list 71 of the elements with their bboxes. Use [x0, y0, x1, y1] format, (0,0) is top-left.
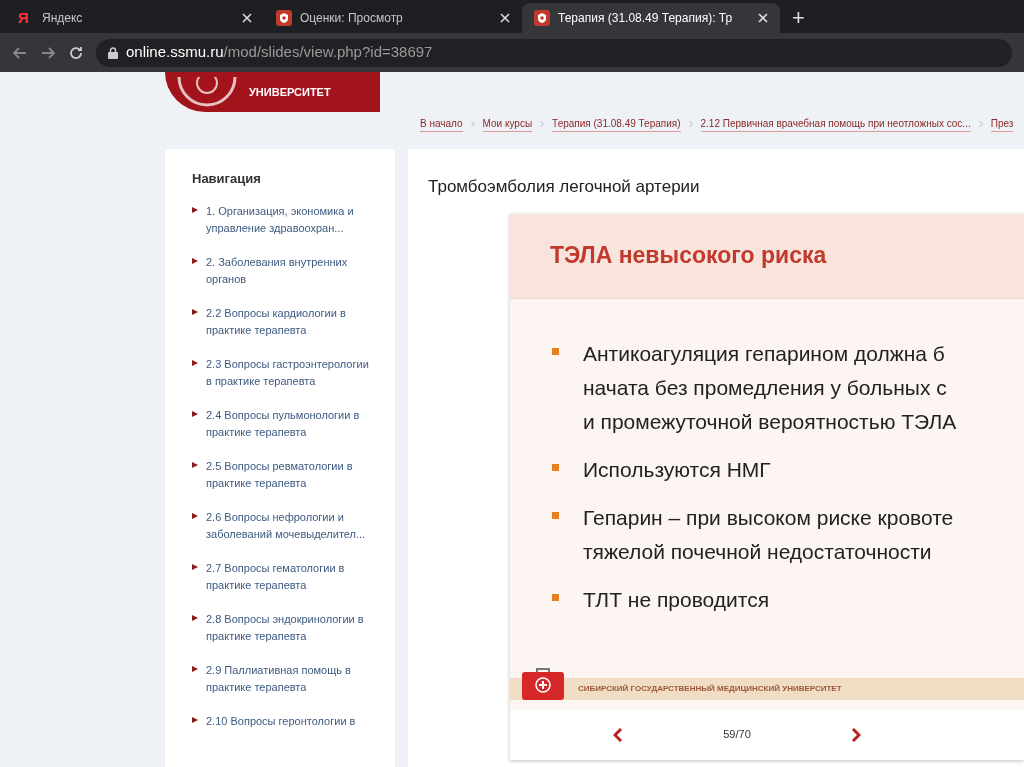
- bullet-icon: [192, 206, 198, 213]
- breadcrumb-link[interactable]: Мои курсы: [482, 116, 533, 132]
- chevron-icon: [688, 121, 693, 127]
- chevron-icon: [470, 121, 475, 127]
- chevron-icon: [978, 121, 983, 127]
- back-icon[interactable]: [12, 44, 28, 61]
- slide-text: начата без промедления у больных с: [583, 374, 948, 401]
- close-icon[interactable]: [242, 13, 252, 23]
- yandex-logo: Я: [18, 7, 30, 28]
- navigation-link[interactable]: 2.4 Вопросы пульмонологии в практике терапевта: [206, 406, 371, 441]
- bullet-icon: [552, 593, 559, 601]
- footer-text: СИБИРСКИЙ ГОСУДАРСТВЕННЫЙ МЕДИЦИНСКИЙ УНИВЕРСИТЕТ: [578, 682, 842, 695]
- browser-tab[interactable]: Терапия (31.08.49 Терапия): Тр: [522, 3, 780, 33]
- navigation-link[interactable]: 1. Организация, экономика и управление здравоохран...: [206, 202, 371, 237]
- bullet-icon: [192, 512, 198, 519]
- navigation-link[interactable]: 2.10 Вопросы геронтологии в: [206, 712, 371, 730]
- bullet-icon: [552, 463, 559, 471]
- url-text: online.ssmu.ru/mod/slides/view.php?id=38697: [126, 42, 433, 63]
- reload-icon[interactable]: [68, 44, 84, 61]
- page-counter: 59/70: [723, 727, 751, 743]
- bullet-icon: [192, 461, 198, 468]
- tab-title: Оценки: Просмотр: [300, 10, 404, 27]
- navigation-link[interactable]: 2. Заболевания внутренних органов: [206, 253, 371, 288]
- slide-text: Антикоагуляция гепарином должна б: [583, 340, 946, 367]
- logo-text: УНИВЕРСИТЕТ: [249, 84, 331, 100]
- slide-text: Гепарин – при высоком риске кровоте: [583, 504, 954, 531]
- browser-tab[interactable]: Я Яндекс: [6, 3, 264, 33]
- slide-title: ТЭЛА невысокого риска: [550, 241, 827, 271]
- lock-icon: [108, 46, 118, 59]
- close-icon[interactable]: [758, 13, 768, 23]
- bullet-icon: [192, 410, 198, 417]
- bullet-icon: [552, 511, 559, 519]
- new-tab-button[interactable]: +: [780, 3, 817, 33]
- first-aid-kit-icon: [522, 667, 564, 700]
- bullet-icon: [192, 665, 198, 672]
- tab-title: Яндекс: [42, 10, 84, 27]
- emblem-icon: [177, 77, 237, 107]
- navigation-link[interactable]: 2.5 Вопросы ревматологии в практике терапевта: [206, 457, 371, 492]
- next-icon[interactable]: [850, 727, 861, 742]
- slide-text: тяжелой почечной недостаточности: [583, 538, 933, 565]
- breadcrumb-link[interactable]: През: [990, 116, 1014, 132]
- address-field[interactable]: online.ssmu.ru/mod/slides/view.php?id=38697: [96, 38, 1012, 67]
- navigation-link[interactable]: 2.9 Паллиативная помощь в практике терапевта: [206, 661, 371, 696]
- chevron-icon: [540, 121, 545, 127]
- slide-text: Используются НМГ: [583, 456, 771, 483]
- tab-title: Терапия (31.08.49 Терапия): Тр: [558, 10, 734, 27]
- close-icon[interactable]: [500, 13, 510, 23]
- forward-icon[interactable]: [40, 44, 56, 61]
- navigation-title: Навигация: [192, 170, 262, 188]
- breadcrumb-link[interactable]: Терапия (31.08.49 Терапия): [552, 116, 681, 132]
- bullet-icon: [192, 257, 198, 264]
- previous-icon[interactable]: [613, 727, 624, 742]
- bullet-icon: [192, 716, 198, 723]
- navigation-link[interactable]: 2.7 Вопросы гематологии в практике терапевта: [206, 559, 371, 594]
- shield-icon: [534, 10, 550, 26]
- navigation-link[interactable]: 2.8 Вопросы эндокринологии в практике терапевта: [206, 610, 371, 645]
- page-title: Тромбоэмболия легочной артерии: [428, 176, 701, 198]
- shield-icon: [276, 10, 292, 26]
- slide-text: и промежуточной вероятностью ТЭЛА: [583, 408, 957, 435]
- breadcrumb-link[interactable]: 2.12 Первичная врачебная помощь при неотложных сос...: [700, 116, 971, 132]
- bullet-icon: [192, 308, 198, 315]
- bullet-icon: [552, 347, 559, 355]
- navigation-link[interactable]: 2.3 Вопросы гастроэнтерологии в практике терапевта: [206, 355, 371, 390]
- slide-text: ТЛТ не проводится: [583, 586, 770, 613]
- navigation-link[interactable]: 2.6 Вопросы нефрологии и заболеваний мочевыделител...: [206, 508, 371, 543]
- bullet-icon: [192, 359, 198, 366]
- bullet-icon: [192, 563, 198, 570]
- browser-tab[interactable]: Оценки: Просмотр: [264, 3, 522, 33]
- navigation-link[interactable]: 2.2 Вопросы кардиологии в практике терапевта: [206, 304, 371, 339]
- breadcrumb-link[interactable]: В начало: [420, 116, 463, 132]
- bullet-icon: [192, 614, 198, 621]
